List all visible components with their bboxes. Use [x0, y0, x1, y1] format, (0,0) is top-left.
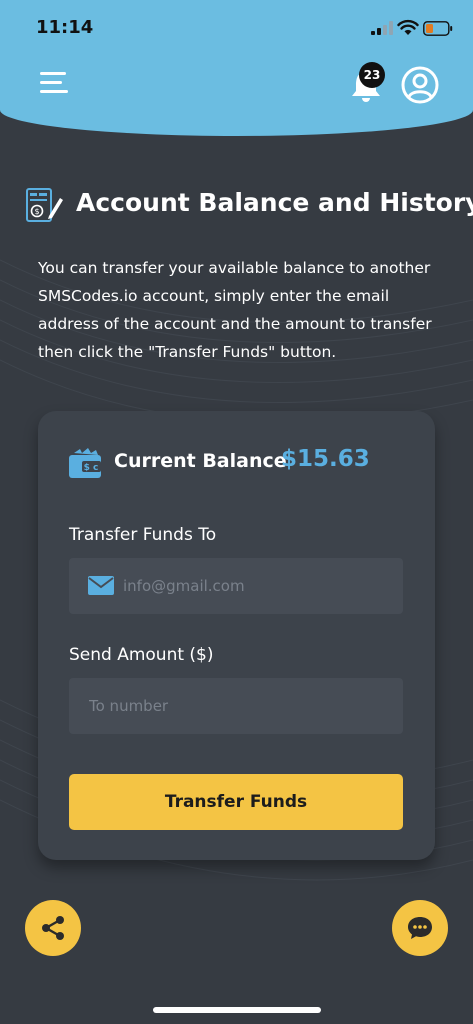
battery-icon — [423, 21, 453, 36]
page-title: Account Balance and History — [76, 188, 473, 217]
cellular-signal-icon — [371, 21, 393, 35]
hamburger-menu-icon — [40, 72, 66, 75]
chat-button[interactable] — [392, 900, 448, 956]
share-button[interactable] — [25, 900, 81, 956]
wifi-icon — [397, 19, 419, 35]
wallet-icon: $ c — [69, 448, 101, 478]
status-time: 11:14 — [36, 17, 94, 38]
email-field-container — [69, 558, 403, 614]
balance-value: $15.63 — [281, 446, 370, 472]
amount-field[interactable] — [69, 678, 403, 734]
email-field[interactable] — [69, 558, 403, 614]
page-description: You can transfer your available balance … — [38, 259, 432, 361]
share-icon — [42, 916, 64, 940]
transfer-funds-button[interactable]: Transfer Funds — [69, 774, 403, 830]
invoice-pen-icon: $ — [26, 188, 63, 222]
svg-text:$: $ — [34, 207, 39, 216]
home-indicator[interactable] — [153, 1007, 321, 1013]
transfer-to-label: Transfer Funds To — [69, 525, 217, 545]
svg-text:$ c: $ c — [84, 463, 99, 473]
menu-button[interactable] — [40, 70, 72, 96]
chat-bubble-icon — [408, 917, 432, 939]
notification-badge: 23 — [359, 62, 385, 88]
hamburger-line — [40, 90, 68, 93]
send-amount-label: Send Amount ($) — [69, 645, 214, 665]
hamburger-line — [40, 81, 62, 84]
app-header: 11:14 23 — [0, 0, 473, 136]
balance-label: Current Balance — [114, 450, 287, 472]
transfer-card: $ c Current Balance $15.63 Transfer Fund… — [38, 411, 435, 860]
user-circle-icon[interactable] — [401, 66, 439, 104]
amount-field-container — [69, 678, 403, 734]
